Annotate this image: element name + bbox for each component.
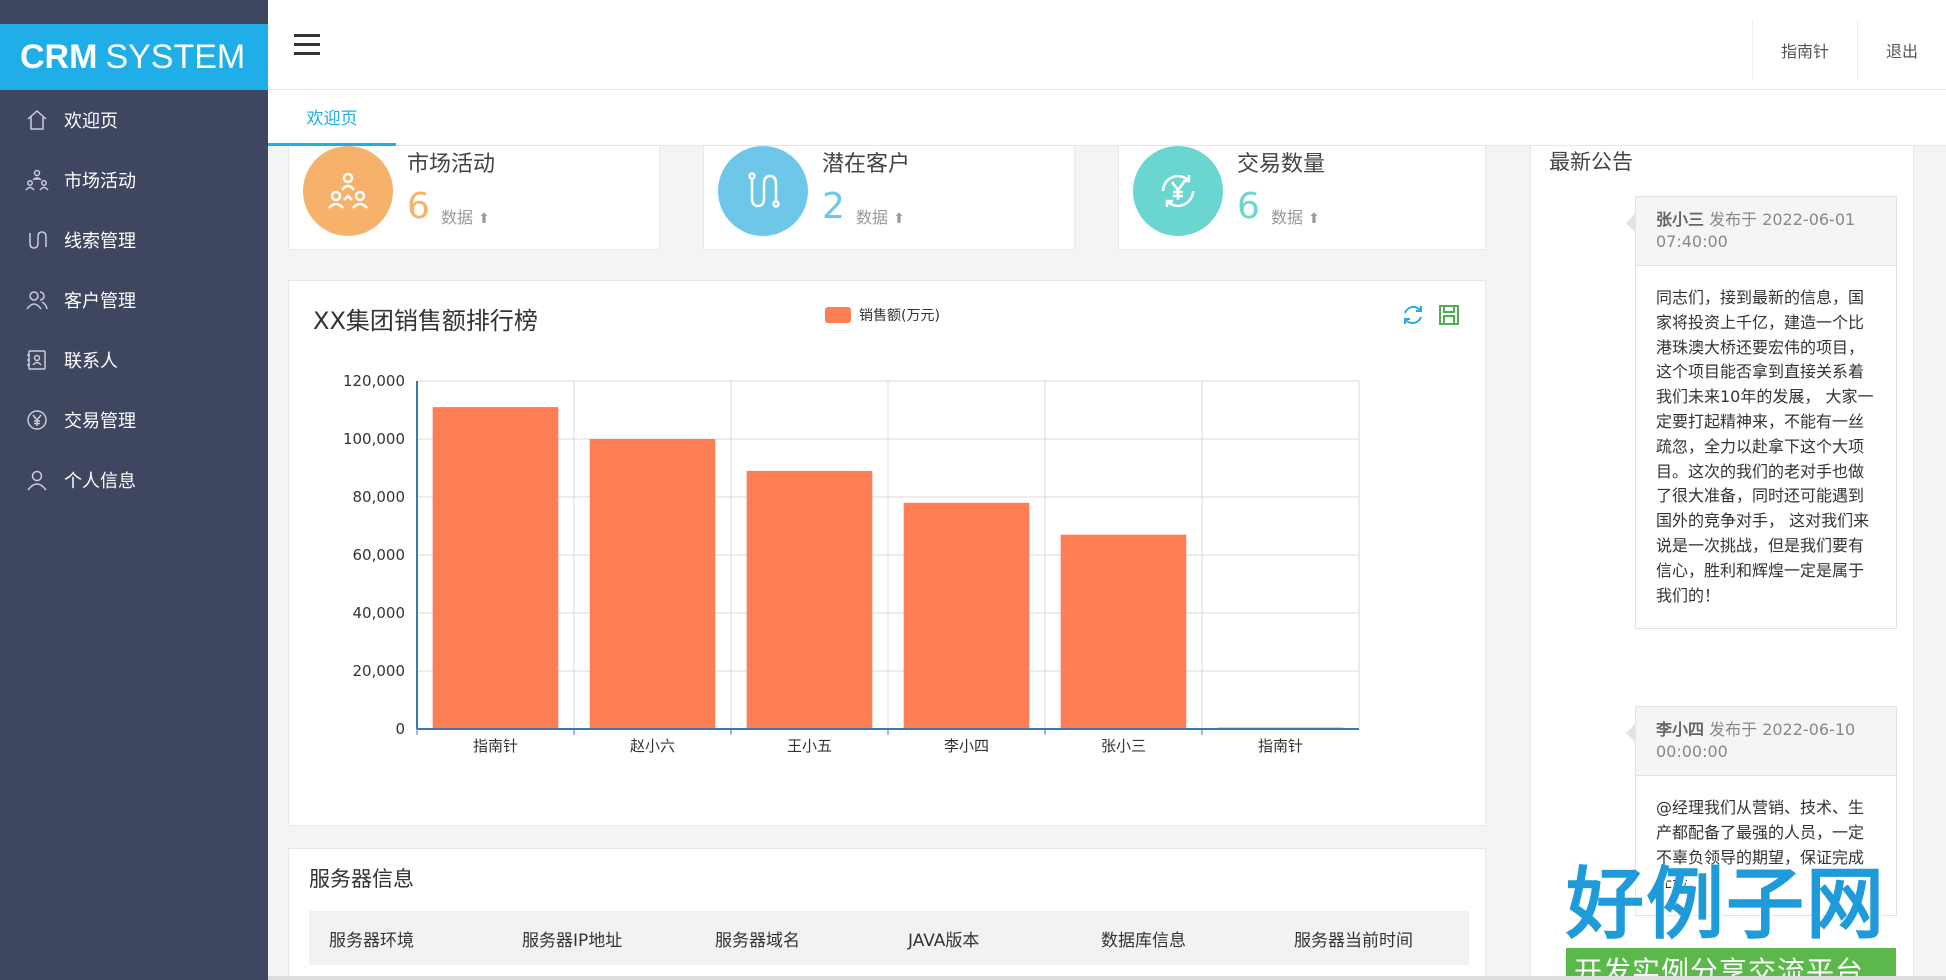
x-tick-label: 指南针 [473, 737, 518, 755]
logout-link[interactable]: 退出 [1856, 20, 1946, 80]
tab-welcome[interactable]: 欢迎页 [268, 90, 396, 146]
y-tick-label: 100,000 [343, 430, 405, 448]
notice-body: 同志们，接到最新的信息，国家将投资上千亿，建造一个比港珠澳大桥还要宏伟的项目，这… [1656, 288, 1874, 605]
bar [903, 502, 1030, 729]
y-tick-label: 80,000 [353, 488, 406, 506]
contact-card-icon [24, 347, 50, 373]
column-header: 服务器环境 [329, 930, 414, 951]
stat-value: 2 [822, 186, 845, 227]
notice-card[interactable]: 张小三 发布于 2022-06-01 07:40:00 同志们，接到最新的信息，… [1626, 196, 1897, 630]
column-header: JAVA版本 [908, 930, 980, 951]
people-icon [24, 167, 50, 193]
column-header: 服务器IP地址 [522, 930, 623, 951]
sidebar-item-deal[interactable]: 交易管理 [0, 390, 268, 450]
bar [589, 439, 716, 729]
notice-author: 李小四 [1656, 720, 1705, 739]
stat-unit: 数据 ⬆ [441, 208, 490, 227]
sidebar-item-profile[interactable]: 个人信息 [0, 450, 268, 510]
column-header: 服务器域名 [715, 930, 800, 951]
route-icon [24, 227, 50, 253]
arrow-up-icon: ⬆ [478, 211, 490, 227]
sales-chart-panel: XX集团销售额排行榜 销售额(万元) 0 20,000 40,000 60,000 80… [288, 280, 1486, 826]
stat-icon-deals [1133, 146, 1223, 236]
logo-bold: CRM [20, 37, 98, 76]
stat-unit: 数据 ⬆ [1271, 208, 1320, 227]
bottom-border [268, 976, 1946, 980]
yen-icon [24, 407, 50, 433]
bar [746, 470, 873, 729]
sidebar-item-clue[interactable]: 线索管理 [0, 210, 268, 270]
stat-value: 6 [407, 186, 430, 227]
x-tick-label: 张小三 [1101, 737, 1146, 755]
stat-unit: 数据 ⬆ [856, 208, 905, 227]
current-user-link[interactable]: 指南针 [1751, 20, 1857, 80]
x-tick-label: 王小五 [787, 737, 832, 755]
top-header: 指南针 退出 [268, 0, 1946, 90]
stat-card-leads[interactable]: 潜在客户 2 数据 ⬆ [703, 146, 1075, 250]
arrow-up-icon: ⬆ [893, 211, 905, 227]
sidebar: CRM SYSTEM 欢迎页 市场活动 线索管理 客户管理 联系人 交易管理 个… [0, 0, 268, 980]
sidebar-menu: 欢迎页 市场活动 线索管理 客户管理 联系人 交易管理 个人信息 [0, 90, 268, 510]
stat-title: 潜在客户 [822, 152, 911, 177]
notice-header: 张小三 发布于 2022-06-01 07:40:00 [1636, 197, 1896, 266]
stat-icon-leads [718, 146, 808, 236]
sidebar-item-label: 交易管理 [64, 411, 136, 432]
column-header: 服务器当前时间 [1294, 930, 1413, 951]
sidebar-item-market[interactable]: 市场活动 [0, 150, 268, 210]
sidebar-item-label: 市场活动 [64, 171, 136, 192]
route-icon [748, 172, 780, 208]
home-icon [24, 107, 50, 133]
sidebar-item-label: 线索管理 [64, 231, 136, 252]
user-group-icon [24, 287, 50, 313]
sidebar-item-label: 欢迎页 [64, 111, 118, 132]
header-actions: 指南针 退出 [1751, 20, 1946, 80]
logo-rest: SYSTEM [105, 37, 246, 76]
yen-cycle-icon [1161, 174, 1195, 208]
stat-title: 市场活动 [407, 152, 496, 177]
watermark-title: 好例子网 [1566, 860, 1887, 950]
sidebar-item-customer[interactable]: 客户管理 [0, 270, 268, 330]
y-tick-label: 60,000 [353, 546, 406, 564]
server-info-panel: 服务器信息 服务器环境 服务器IP地址 服务器域名 JAVA版本 数据库信息 服… [288, 848, 1486, 980]
x-tick-label: 赵小六 [630, 737, 675, 755]
sidebar-top [0, 0, 268, 24]
notice-header: 李小四 发布于 2022-06-10 00:00:00 [1636, 707, 1896, 776]
watermark-logo: 好例子网 开发实例分享交流平台 [1566, 842, 1896, 980]
y-tick-label: 0 [395, 720, 405, 738]
user-icon [24, 467, 50, 493]
bar [1060, 534, 1187, 729]
bar-chart: 0 20,000 40,000 60,000 80,000 100,000 120,000 指… [343, 372, 1360, 755]
notice-title: 最新公告 [1549, 150, 1633, 174]
stat-card-market[interactable]: 市场活动 6 数据 ⬆ [288, 146, 660, 250]
sidebar-item-label: 个人信息 [64, 471, 136, 492]
y-tick-label: 20,000 [353, 662, 406, 680]
sidebar-item-label: 联系人 [64, 351, 118, 372]
sidebar-item-contact[interactable]: 联系人 [0, 330, 268, 390]
tab-bar: 欢迎页 [268, 90, 1946, 146]
arrow-up-icon: ⬆ [1308, 211, 1320, 227]
bar [432, 407, 559, 729]
app-logo[interactable]: CRM SYSTEM [0, 24, 268, 90]
y-tick-label: 40,000 [353, 604, 406, 622]
sidebar-item-welcome[interactable]: 欢迎页 [0, 90, 268, 150]
server-title: 服务器信息 [309, 867, 414, 891]
stat-value: 6 [1237, 186, 1260, 227]
y-tick-label: 120,000 [343, 372, 405, 390]
stat-icon-market [303, 146, 393, 236]
stat-title: 交易数量 [1237, 152, 1326, 177]
stat-card-deals[interactable]: 交易数量 6 数据 ⬆ [1118, 146, 1486, 250]
people-icon [328, 172, 368, 209]
notice-author: 张小三 [1656, 210, 1705, 229]
sidebar-item-label: 客户管理 [64, 291, 136, 312]
x-tick-label: 李小四 [944, 737, 989, 755]
server-table-header: 服务器环境 服务器IP地址 服务器域名 JAVA版本 数据库信息 服务器当前时间 [309, 911, 1469, 965]
column-header: 数据库信息 [1101, 930, 1186, 951]
x-tick-label: 指南针 [1258, 737, 1303, 755]
menu-toggle-icon[interactable] [294, 34, 320, 56]
